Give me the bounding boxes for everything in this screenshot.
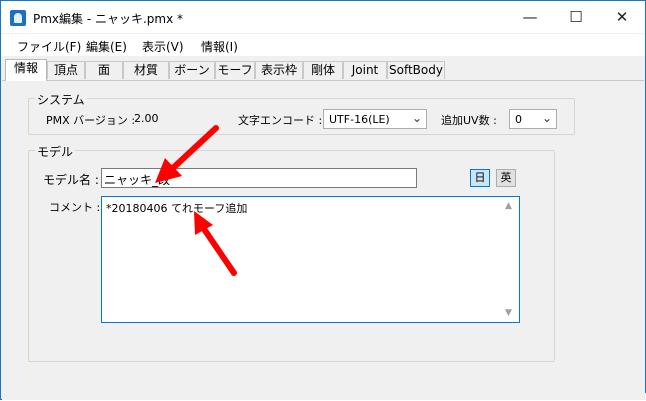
model-group: モデル モデル名 : ニャッキ_改 日 英 コメント : *20180406 て… [28, 143, 555, 362]
tab-bone[interactable]: ボーン [169, 61, 215, 79]
comment-scrollbar[interactable]: ▲ ▼ [502, 197, 519, 322]
model-name-label: モデル名 : [43, 173, 99, 187]
tab-morph[interactable]: モーフ [215, 61, 255, 79]
tab-strip: 情報 頂点 面 材質 ボーン モーフ 表示枠 剛体 Joint SoftBody [1, 59, 645, 81]
pmx-app-icon [10, 10, 26, 26]
info-panel: システム PMX バージョン : 2.00 文字エンコード : UTF-16(L… [2, 80, 644, 394]
app-window: Pmx編集 - ニャッキ.pmx * — ☐ ✕ ファイル(F) 編集(E) 表… [0, 0, 646, 400]
lang-japanese-button[interactable]: 日 [470, 169, 490, 187]
menu-info[interactable]: 情報(I) [201, 38, 238, 55]
lang-english-button[interactable]: 英 [496, 169, 516, 187]
menu-file[interactable]: ファイル(F) [17, 38, 81, 55]
model-group-title: モデル [35, 143, 76, 160]
chevron-down-icon: ⌄ [541, 111, 552, 125]
tab-info[interactable]: 情報 [5, 59, 47, 81]
tab-joint[interactable]: Joint [343, 61, 387, 79]
model-name-value: ニャッキ_改 [104, 173, 171, 187]
scroll-down-icon[interactable]: ▼ [505, 308, 512, 318]
tab-vertex[interactable]: 頂点 [47, 61, 85, 79]
scroll-up-icon[interactable]: ▲ [505, 201, 512, 211]
system-group-title: システム [35, 91, 87, 108]
maximize-button[interactable]: ☐ [553, 1, 599, 33]
title-bar[interactable]: Pmx編集 - ニャッキ.pmx * — ☐ ✕ [1, 1, 645, 33]
tab-rigid-body[interactable]: 剛体 [303, 61, 343, 79]
additional-uv-select-value: 0 [515, 113, 522, 126]
chevron-down-icon: ⌄ [411, 111, 422, 125]
model-name-input[interactable]: ニャッキ_改 [101, 168, 417, 188]
menu-edit[interactable]: 編集(E) [86, 38, 127, 55]
tab-display-frame[interactable]: 表示枠 [255, 61, 303, 79]
tab-face[interactable]: 面 [85, 61, 123, 79]
encoding-select-value: UTF-16(LE) [329, 113, 390, 126]
system-group: システム PMX バージョン : 2.00 文字エンコード : UTF-16(L… [28, 91, 575, 135]
comment-text: *20180406 てれモーフ追加 [106, 202, 248, 215]
comment-textarea[interactable]: *20180406 てれモーフ追加 ▲ ▼ [101, 196, 520, 323]
comment-label: コメント : [49, 201, 101, 214]
encoding-select[interactable]: UTF-16(LE) ⌄ [323, 109, 427, 129]
tab-material[interactable]: 材質 [123, 61, 169, 79]
additional-uv-label: 追加UV数 : [441, 114, 497, 127]
close-button[interactable]: ✕ [599, 1, 645, 33]
additional-uv-select[interactable]: 0 ⌄ [509, 109, 557, 129]
encoding-label: 文字エンコード : [238, 114, 323, 127]
pmx-version-value: 2.00 [134, 112, 159, 125]
tab-softbody[interactable]: SoftBody [387, 61, 445, 79]
menu-bar: ファイル(F) 編集(E) 表示(V) 情報(I) [1, 34, 645, 56]
window-title: Pmx編集 - ニャッキ.pmx * [33, 12, 184, 26]
status-strip [2, 393, 646, 400]
minimize-button[interactable]: — [507, 1, 553, 33]
menu-view[interactable]: 表示(V) [142, 38, 184, 55]
pmx-version-label: PMX バージョン : [46, 114, 136, 127]
